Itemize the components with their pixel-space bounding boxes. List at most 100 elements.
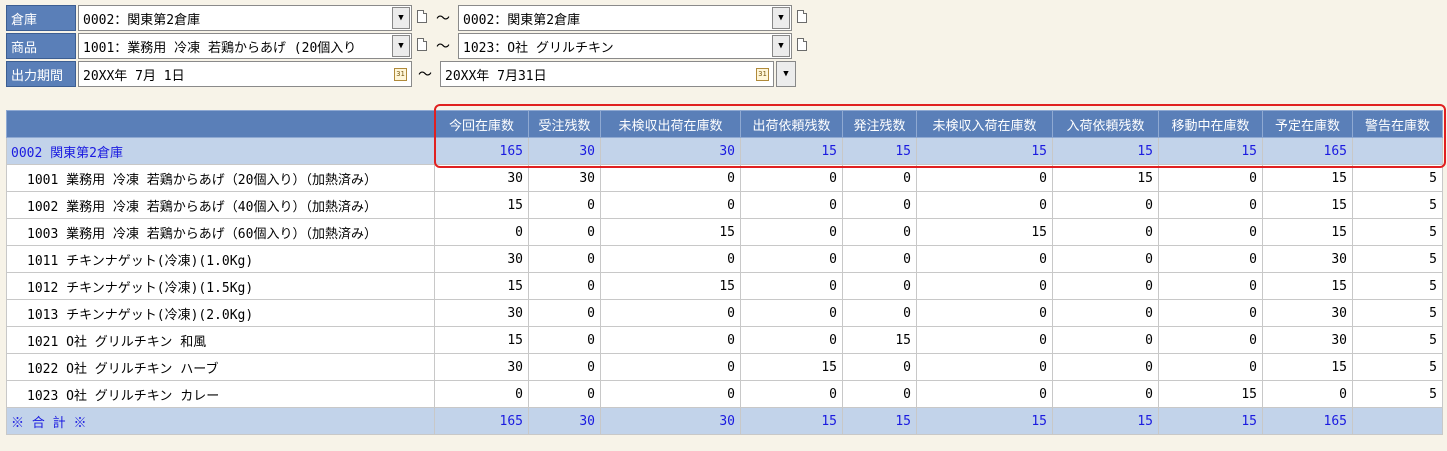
grid-header-cell[interactable]: 発注残数 (842, 110, 917, 138)
cell-value: 0 (740, 380, 843, 408)
grid-header-cell[interactable]: 未検収入荷在庫数 (916, 110, 1053, 138)
cell-value: 0 (528, 380, 601, 408)
filter-to-field[interactable]: 1023：O社 グリルチキン ▼ (458, 33, 792, 59)
range-separator: ～ (436, 39, 450, 55)
lookup-icon[interactable] (414, 5, 430, 31)
table-row[interactable]: 1021 O社 グリルチキン 和風 15 0 0 0 15 0 0 0 30 5 (6, 326, 1443, 354)
grid-header-cell[interactable]: 入荷依頼残数 (1052, 110, 1159, 138)
range-separator: ～ (418, 67, 432, 83)
cell-value: 0 (600, 299, 741, 327)
filter-from-field[interactable]: 20XX年 7月 1日 31 (78, 61, 412, 87)
lookup-icon[interactable] (794, 5, 810, 31)
cell-value: 5 (1352, 191, 1443, 219)
row-name: 1013 チキンナゲット(冷凍)(2.0Kg) (6, 299, 435, 327)
grid-header-cell[interactable]: 予定在庫数 (1262, 110, 1353, 138)
filter-row: 商品 1001：業務用 冷凍 若鶏からあげ (20個入り ▼ ～ 1023：O社 グリル… (6, 33, 810, 59)
filter-from-field[interactable]: 1001：業務用 冷凍 若鶏からあげ (20個入り ▼ (78, 33, 412, 59)
cell-value: 5 (1352, 272, 1443, 300)
cell-value: 15 (1158, 407, 1263, 435)
table-row[interactable]: 1003 業務用 冷凍 若鶏からあげ（60個入り）（加熱済み） 0 0 15 0 0 15 0… (6, 218, 1443, 246)
cell-value: 0 (916, 299, 1053, 327)
cell-value: 30 (528, 164, 601, 192)
cell-value: 0 (740, 164, 843, 192)
cell-value: 0 (740, 326, 843, 354)
cell-value: 0 (600, 191, 741, 219)
folder-icon (417, 38, 427, 51)
lookup-icon[interactable] (414, 33, 430, 59)
grid-header-cell[interactable]: 出荷依頼残数 (740, 110, 843, 138)
filter-row: 出力期間 20XX年 7月 1日 31 ～ 20XX年 7月31日 31 ▼ (6, 61, 810, 87)
row-name: 0002 関東第2倉庫 (6, 137, 435, 165)
cell-value: 15 (1052, 164, 1159, 192)
dropdown-button[interactable]: ▼ (392, 35, 410, 57)
row-name: 1011 チキンナゲット(冷凍)(1.0Kg) (6, 245, 435, 273)
period-dropdown-button[interactable]: ▼ (776, 61, 796, 87)
filter-value: 1023：O社 グリルチキン (463, 40, 614, 56)
calendar-icon[interactable]: 31 (756, 67, 769, 81)
filter-row: 倉庫 0002：関東第2倉庫 ▼ ～ 0002：関東第2倉庫 ▼ (6, 5, 810, 31)
grid-header-cell[interactable]: 警告在庫数 (1352, 110, 1443, 138)
table-row[interactable]: 1001 業務用 冷凍 若鶏からあげ（20個入り）（加熱済み） 30 30 0 0 0 0 1… (6, 164, 1443, 192)
cell-value: 15 (1262, 272, 1353, 300)
table-row[interactable]: 1013 チキンナゲット(冷凍)(2.0Kg) 30 0 0 0 0 0 0 0 30 5 (6, 299, 1443, 327)
cell-value (1352, 137, 1443, 165)
cell-value: 15 (842, 137, 917, 165)
filter-value: 0002：関東第2倉庫 (463, 12, 581, 28)
filter-panel: 倉庫 0002：関東第2倉庫 ▼ ～ 0002：関東第2倉庫 ▼ 商品 1001：業務用 冷凍… (6, 5, 810, 89)
cell-value: 15 (740, 407, 843, 435)
table-row[interactable]: 1023 O社 グリルチキン カレー 0 0 0 0 0 0 0 15 0 5 (6, 380, 1443, 408)
cell-value: 0 (528, 191, 601, 219)
cell-value: 0 (1158, 326, 1263, 354)
dropdown-button[interactable]: ▼ (772, 35, 790, 57)
row-name: 1012 チキンナゲット(冷凍)(1.5Kg) (6, 272, 435, 300)
cell-value: 0 (528, 353, 601, 381)
cell-value: 15 (916, 407, 1053, 435)
cell-value: 15 (600, 272, 741, 300)
cell-value: 0 (1052, 380, 1159, 408)
group-row[interactable]: 0002 関東第2倉庫 165 30 30 15 15 15 15 15 165 (6, 137, 1443, 165)
cell-value: 0 (1052, 326, 1159, 354)
dropdown-button[interactable]: ▼ (772, 7, 790, 29)
filter-from-field[interactable]: 0002：関東第2倉庫 ▼ (78, 5, 412, 31)
cell-value: 0 (600, 353, 741, 381)
filter-label: 出力期間 (6, 61, 76, 87)
table-row[interactable]: 1011 チキンナゲット(冷凍)(1.0Kg) 30 0 0 0 0 0 0 0 30 5 (6, 245, 1443, 273)
cell-value: 0 (528, 299, 601, 327)
filter-to-field[interactable]: 20XX年 7月31日 31 (440, 61, 774, 87)
cell-value: 15 (1052, 407, 1159, 435)
cell-value: 0 (434, 218, 529, 246)
cell-value: 0 (916, 380, 1053, 408)
folder-icon (797, 38, 807, 51)
row-name: ※ 合 計 ※ (6, 407, 435, 435)
grid-header-cell[interactable]: 移動中在庫数 (1158, 110, 1263, 138)
cell-value: 0 (842, 353, 917, 381)
cell-value: 0 (842, 299, 917, 327)
cell-value: 0 (842, 380, 917, 408)
cell-value: 15 (434, 272, 529, 300)
cell-value: 5 (1352, 380, 1443, 408)
table-row[interactable]: 1022 O社 グリルチキン ハーブ 30 0 0 15 0 0 0 0 15 5 (6, 353, 1443, 381)
filter-value: 20XX年 7月31日 (445, 68, 547, 84)
dropdown-button[interactable]: ▼ (392, 7, 410, 29)
cell-value (1352, 407, 1443, 435)
row-name: 1003 業務用 冷凍 若鶏からあげ（60個入り）（加熱済み） (6, 218, 435, 246)
cell-value: 15 (916, 218, 1053, 246)
cell-value: 5 (1352, 218, 1443, 246)
filter-to-field[interactable]: 0002：関東第2倉庫 ▼ (458, 5, 792, 31)
lookup-icon[interactable] (794, 33, 810, 59)
calendar-icon[interactable]: 31 (394, 67, 407, 81)
total-row[interactable]: ※ 合 計 ※ 165 30 30 15 15 15 15 15 165 (6, 407, 1443, 435)
grid-header-cell[interactable]: 受注残数 (528, 110, 601, 138)
cell-value: 0 (1052, 191, 1159, 219)
filter-label: 商品 (6, 33, 76, 59)
table-row[interactable]: 1012 チキンナゲット(冷凍)(1.5Kg) 15 0 15 0 0 0 0 0 15 5 (6, 272, 1443, 300)
cell-value: 0 (842, 272, 917, 300)
grid-header-cell[interactable]: 未検収出荷在庫数 (600, 110, 741, 138)
grid-header-cell[interactable]: 今回在庫数 (434, 110, 529, 138)
cell-value: 5 (1352, 245, 1443, 273)
cell-value: 0 (528, 272, 601, 300)
table-row[interactable]: 1002 業務用 冷凍 若鶏からあげ（40個入り）（加熱済み） 15 0 0 0 0 0 0 0… (6, 191, 1443, 219)
cell-value: 15 (1052, 137, 1159, 165)
cell-value: 30 (434, 164, 529, 192)
filter-value: 1001：業務用 冷凍 若鶏からあげ (20個入り (83, 40, 357, 56)
